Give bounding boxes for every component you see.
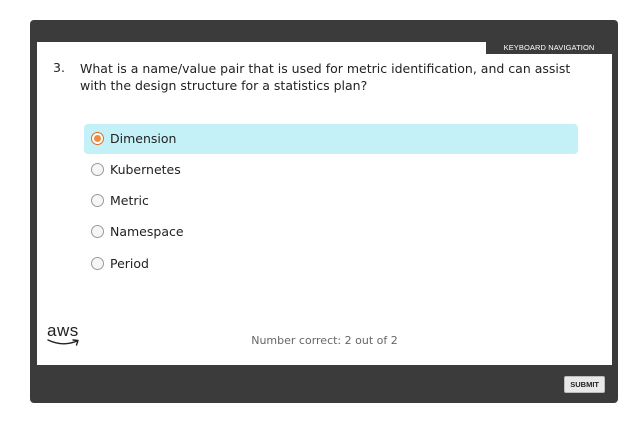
radio-button[interactable]	[91, 225, 104, 238]
score-text: Number correct: 2 out of 2	[251, 334, 398, 347]
option-label: Metric	[110, 193, 149, 208]
radio-button[interactable]	[91, 257, 104, 270]
option-label: Kubernetes	[110, 162, 181, 177]
radio-button[interactable]	[91, 132, 104, 145]
option-dimension[interactable]: Dimension	[84, 124, 578, 154]
option-period[interactable]: Period	[84, 249, 578, 279]
question-text: What is a name/value pair that is used f…	[80, 61, 571, 93]
option-metric[interactable]: Metric	[84, 186, 578, 216]
option-namespace[interactable]: Namespace	[84, 217, 578, 247]
submit-button[interactable]: SUBMIT	[564, 376, 605, 393]
option-label: Period	[110, 256, 149, 271]
quiz-panel: KEYBOARD NAVIGATION 3. What is a name/va…	[37, 42, 612, 365]
option-label: Namespace	[110, 224, 184, 239]
radio-button[interactable]	[91, 163, 104, 176]
question-number: 3.	[53, 60, 65, 75]
radio-button[interactable]	[91, 194, 104, 207]
option-kubernetes[interactable]: Kubernetes	[84, 155, 578, 185]
quiz-window: KEYBOARD NAVIGATION 3. What is a name/va…	[30, 20, 618, 403]
keyboard-navigation-button[interactable]: KEYBOARD NAVIGATION	[486, 42, 612, 54]
option-label: Dimension	[110, 131, 177, 146]
